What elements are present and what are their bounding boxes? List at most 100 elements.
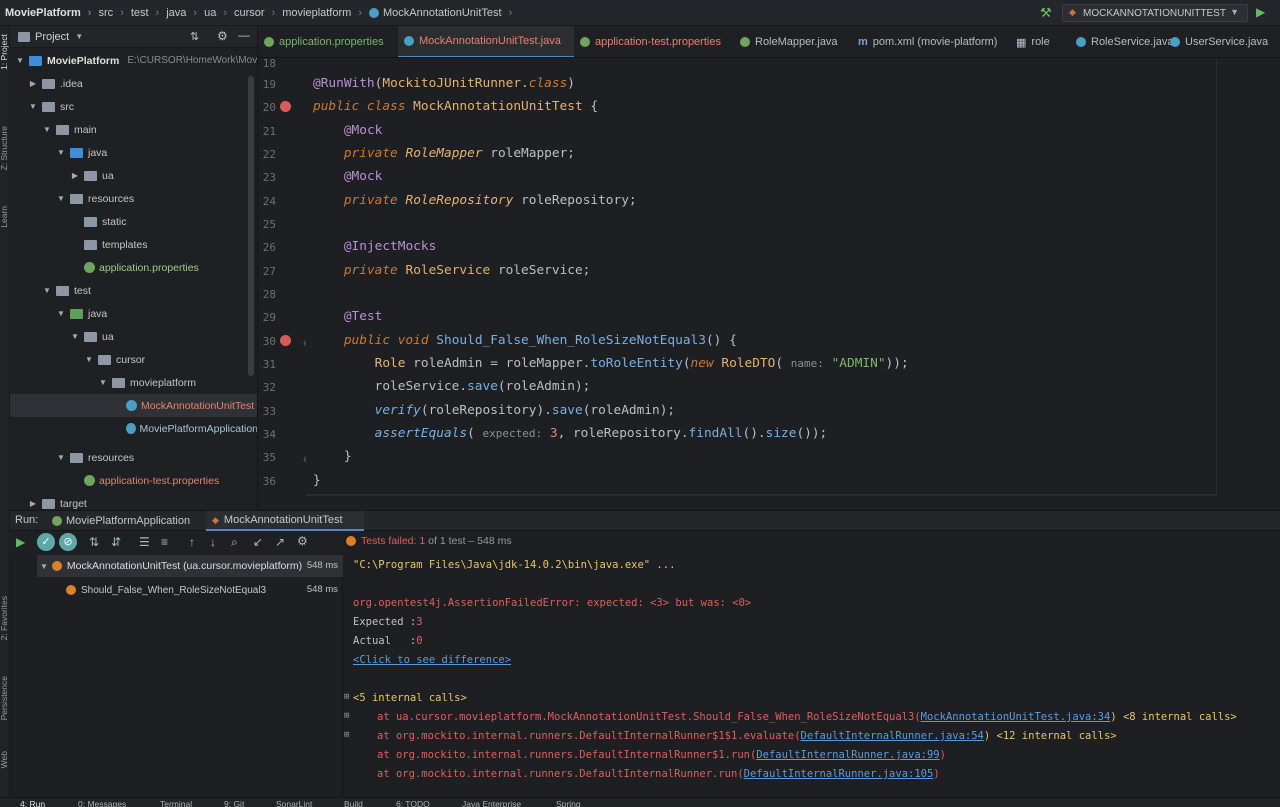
line-number: 35 <box>262 451 276 464</box>
stack-trace-line: at org.mockito.internal.runners.DefaultI… <box>377 730 1117 742</box>
tree-item-target[interactable]: ▶ target <box>10 492 257 510</box>
bottom-tab-messages[interactable]: 0: Messages <box>78 799 126 807</box>
breadcrumb-movieplatform[interactable]: movieplatform › <box>282 7 369 19</box>
tree-item-test-java[interactable]: ▼ java <box>10 302 257 325</box>
bottom-tab-terminal[interactable]: Terminal <box>160 799 192 807</box>
tab-application-test-properties[interactable]: application-test.properties <box>574 26 738 57</box>
tab-rolemapper[interactable]: RoleMapper.java <box>734 26 852 57</box>
expand-icon[interactable]: ⊞ <box>344 711 349 721</box>
spring-properties-icon <box>84 262 95 273</box>
test-tree-row-method[interactable]: Should_False_When_RoleSizeNotEqual3 548 … <box>66 579 343 601</box>
build-hammer-icon[interactable]: ⚒ <box>1040 5 1052 21</box>
click-to-see-difference-link[interactable]: <Click to see difference> <box>353 654 511 666</box>
tree-item-static[interactable]: static <box>10 210 257 233</box>
tool-tab-project[interactable]: 1: Project <box>0 34 9 70</box>
chevron-down-icon: ▼ <box>57 194 65 203</box>
bottom-tab-spring[interactable]: Spring <box>556 799 581 807</box>
breadcrumb-src[interactable]: src › <box>98 7 130 19</box>
breadcrumb-cursor[interactable]: cursor › <box>234 7 282 19</box>
test-tree-row-class[interactable]: ▼ MockAnnotationUnitTest (ua.cursor.movi… <box>37 555 343 577</box>
tree-item-test-ua[interactable]: ▼ ua <box>10 325 257 348</box>
tree-item-movieplatform[interactable]: ▼ MoviePlatform E:\CURSOR\HomeWork\Mov <box>10 49 257 72</box>
run-tab-movieplatformapplication[interactable]: MoviePlatformApplication <box>52 511 202 531</box>
tab-roleservice[interactable]: RoleService.java <box>1070 26 1174 57</box>
tree-item-templates[interactable]: templates <box>10 233 257 256</box>
tree-item-cursor[interactable]: ▼ cursor <box>10 348 257 371</box>
code-editor[interactable]: @RunWith(MockitoJUnitRunner.class) publi… <box>306 58 1216 496</box>
breadcrumb-java[interactable]: java › <box>166 7 204 19</box>
chevron-right-icon: › <box>223 6 227 19</box>
sort-duration-icon[interactable]: ⇵ <box>111 536 121 548</box>
run-test-failed-icon[interactable] <box>280 101 291 112</box>
tree-scrollbar[interactable] <box>248 76 254 376</box>
test-class-icon <box>368 7 379 18</box>
previous-failed-icon[interactable]: ↑ <box>189 536 195 548</box>
tree-item-test[interactable]: ▼ test <box>10 279 257 302</box>
gear-icon[interactable]: ⚙ <box>297 535 308 547</box>
next-failed-icon[interactable]: ↓ <box>210 536 216 548</box>
search-icon[interactable]: ⌕ <box>231 536 238 548</box>
chevron-down-icon[interactable]: ▼ <box>75 32 83 41</box>
tool-tab-structure[interactable]: Z: Structure <box>0 126 9 170</box>
breadcrumb-ua[interactable]: ua › <box>204 7 234 19</box>
collapse-all-icon[interactable]: ≡ <box>161 536 168 548</box>
source-folder-icon <box>70 147 83 158</box>
tree-item-main-resources[interactable]: ▼ resources <box>10 187 257 210</box>
tree-item-src[interactable]: ▼ src <box>10 95 257 118</box>
run-configuration-select[interactable]: ◆ MOCKANNOTATIONUNITTEST ▼ <box>1062 4 1248 22</box>
run-tab-mockannotationunittest[interactable]: ◆ MockAnnotationUnitTest <box>206 511 364 531</box>
tree-item-movieplatformapplication[interactable]: MoviePlatformApplication <box>10 417 257 440</box>
tree-item-main-ua[interactable]: ▶ ua <box>10 164 257 187</box>
tool-tab-web[interactable]: Web <box>0 751 9 768</box>
run-console[interactable]: Tests failed: 1 of 1 test – 548 ms "C:\P… <box>343 531 1280 797</box>
tree-item-idea[interactable]: ▶ .idea <box>10 72 257 95</box>
sort-alpha-icon[interactable]: ⇅ <box>89 536 99 548</box>
bottom-tab-build[interactable]: Build <box>344 799 363 807</box>
test-failed-icon <box>66 585 76 595</box>
tab-application-properties[interactable]: application.properties <box>258 26 398 57</box>
bottom-tab-run[interactable]: 4: Run <box>20 799 45 807</box>
breadcrumb-project[interactable]: MoviePlatform › <box>0 7 98 19</box>
breadcrumb-test[interactable]: test › <box>131 7 166 19</box>
line-number: 20 <box>262 101 276 114</box>
tree-item-main[interactable]: ▼ main <box>10 118 257 141</box>
package-icon <box>98 354 111 365</box>
tab-pom-xml[interactable]: m pom.xml (movie-platform) <box>852 26 1012 57</box>
tree-item-application-properties[interactable]: application.properties <box>10 256 257 279</box>
bottom-tab-java-enterprise[interactable]: Java Enterprise <box>462 799 521 807</box>
tab-mockannotationunittest[interactable]: MockAnnotationUnitTest.java <box>398 26 574 57</box>
show-ignored-icon[interactable]: ⊘ <box>59 533 77 551</box>
project-view-title[interactable]: Project <box>35 31 69 43</box>
chevron-down-icon: ▼ <box>71 332 79 341</box>
tree-item-test-resources[interactable]: ▼ resources <box>10 446 257 469</box>
test-status-summary: Tests failed: 1 of 1 test – 548 ms <box>346 535 512 547</box>
tree-item-mockannotationunittest[interactable]: MockAnnotationUnitTest <box>10 394 257 417</box>
rerun-play-icon[interactable]: ▶ <box>16 536 25 548</box>
run-play-icon[interactable]: ▶ <box>1256 5 1265 19</box>
bottom-tab-git[interactable]: 9: Git <box>224 799 244 807</box>
tab-userservice[interactable]: UserService.java <box>1164 26 1280 57</box>
breadcrumb-class[interactable]: MockAnnotationUnitTest › <box>368 6 519 19</box>
expand-all-icon[interactable]: ☰ <box>139 536 150 548</box>
class-icon <box>1170 37 1180 47</box>
tab-role[interactable]: ▦ role <box>1010 26 1070 57</box>
tree-item-main-java[interactable]: ▼ java <box>10 141 257 164</box>
expand-icon[interactable]: ⊞ <box>344 692 349 702</box>
chevron-right-icon: › <box>508 6 513 19</box>
tree-item-movieplatform-package[interactable]: ▼ movieplatform <box>10 371 257 394</box>
export-tests-icon[interactable]: ↗ <box>275 536 285 548</box>
bottom-tab-todo[interactable]: 6: TODO <box>396 799 430 807</box>
show-passed-icon[interactable]: ✓ <box>37 533 55 551</box>
tree-item-application-test-properties[interactable]: application-test.properties <box>10 469 257 492</box>
bottom-tab-sonarlint[interactable]: SonarLint <box>276 799 312 807</box>
tool-tab-learn[interactable]: Learn <box>0 206 9 228</box>
code-line-29: @Test <box>343 309 383 324</box>
import-tests-icon[interactable]: ↙ <box>253 536 263 548</box>
collapse-all-icon[interactable]: ⇅ <box>190 30 199 43</box>
expand-icon[interactable]: ⊞ <box>344 730 349 740</box>
gear-icon[interactable]: ⚙ <box>217 29 228 43</box>
tool-tab-persistence[interactable]: Persistence <box>0 676 9 720</box>
hide-panel-icon[interactable]: — <box>238 28 250 42</box>
tool-tab-favorites[interactable]: 2: Favorites <box>0 596 9 640</box>
run-test-failed-icon[interactable] <box>280 335 291 346</box>
